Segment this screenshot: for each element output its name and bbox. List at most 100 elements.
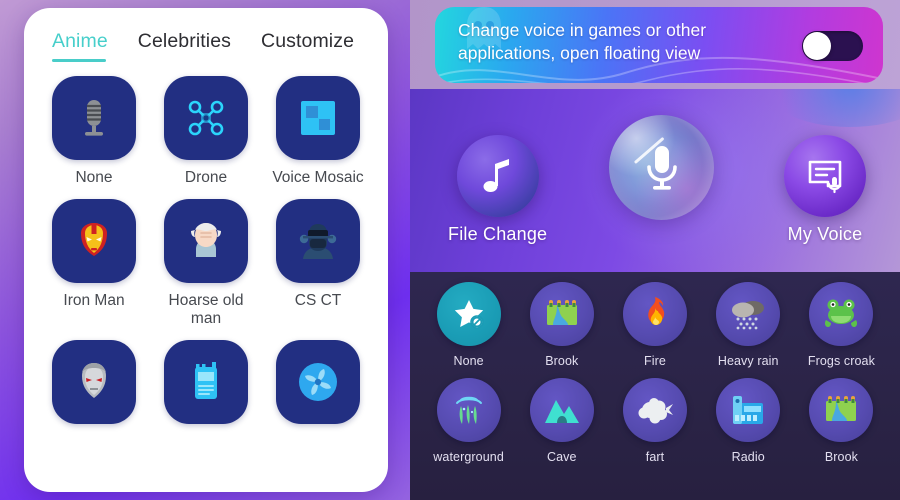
effect-label: Radio — [731, 450, 765, 464]
cave-icon — [543, 395, 581, 425]
record-voice-orb — [609, 115, 714, 220]
banner-line-2: applications, open floating view — [458, 43, 701, 64]
voice-tile — [276, 199, 360, 284]
mosaic-icon — [295, 95, 341, 141]
voice-item-hoarse-old-man[interactable]: Hoarse old man — [150, 199, 262, 328]
brook-icon — [545, 297, 579, 331]
floating-view-toggle[interactable] — [802, 31, 863, 61]
effect-label: Cave — [546, 450, 577, 464]
voice-label: None — [75, 169, 113, 186]
effect-label: Fire — [644, 354, 666, 368]
banner-strip: Change voice in games or other applicati… — [410, 0, 900, 89]
voice-document-icon — [804, 155, 846, 197]
voice-tile — [276, 340, 360, 425]
screenshot-root: Anime Celebrities Customize None Drone V… — [0, 0, 900, 500]
walkie-talkie-icon — [183, 359, 229, 405]
frog-icon — [823, 298, 859, 330]
music-note-icon — [478, 154, 518, 198]
effect-item-fire[interactable]: Fire — [608, 282, 701, 368]
drone-icon — [182, 94, 230, 142]
effect-label: Heavy rain — [717, 354, 779, 368]
tab-customize[interactable]: Customize — [261, 30, 354, 62]
radio-icon — [731, 394, 765, 426]
voice-tile — [164, 76, 248, 160]
mode-my-voice[interactable]: My Voice — [784, 135, 866, 245]
effect-item-heavy-rain[interactable]: Heavy rain — [702, 282, 795, 368]
fire-icon — [639, 296, 671, 332]
effect-circle — [622, 378, 687, 442]
effect-item-none[interactable]: None — [422, 282, 515, 368]
microphone-icon — [71, 95, 117, 141]
effect-circle — [716, 378, 781, 442]
microphone-icon — [639, 141, 685, 195]
voice-tile — [164, 199, 248, 284]
glow-decoration — [760, 89, 900, 127]
effect-label: Brook — [824, 450, 858, 464]
tab-anime[interactable]: Anime — [52, 30, 108, 62]
megatron-icon — [70, 358, 118, 406]
voice-tile — [164, 340, 248, 425]
effect-circle — [529, 378, 594, 442]
effect-label: Brook — [545, 354, 579, 368]
voice-tile — [52, 76, 136, 160]
voice-tile — [52, 199, 136, 284]
mode-record-voice[interactable] — [609, 115, 714, 227]
voice-item-voice-mosaic[interactable]: Voice Mosaic — [262, 76, 374, 187]
fan-icon — [294, 358, 342, 406]
star-blocked-icon — [451, 296, 487, 332]
effect-item-frogs-croak[interactable]: Frogs croak — [795, 282, 888, 368]
effect-circle — [436, 282, 501, 346]
voice-avatar-grid: None Drone Voice Mosaic Iron Man Hoarse … — [24, 62, 388, 445]
tab-celebrities[interactable]: Celebrities — [138, 30, 231, 62]
effect-label: None — [453, 354, 484, 368]
voice-selection-card: Anime Celebrities Customize None Drone V… — [24, 8, 388, 492]
toggle-knob — [803, 32, 831, 60]
old-man-icon — [182, 217, 230, 265]
voice-item-walkie-talkie[interactable] — [150, 340, 262, 433]
effect-label: Frogs croak — [807, 354, 875, 368]
voice-item-cs-ct[interactable]: CS CT — [262, 199, 374, 328]
effect-item-brook[interactable]: Brook — [515, 282, 608, 368]
effect-circle — [622, 282, 687, 346]
effect-circle — [809, 282, 874, 346]
effect-item-cave[interactable]: Cave — [515, 378, 608, 464]
voice-item-robot-head[interactable] — [38, 340, 150, 433]
effect-circle — [529, 282, 594, 346]
counter-terrorist-icon — [294, 217, 342, 265]
voice-item-none[interactable]: None — [38, 76, 150, 187]
voice-label: Iron Man — [63, 292, 125, 310]
left-screenshot-pane: Anime Celebrities Customize None Drone V… — [0, 0, 410, 500]
file-change-orb — [456, 135, 539, 217]
mode-label: My Voice — [787, 224, 863, 244]
voice-item-drone[interactable]: Drone — [150, 76, 262, 187]
effect-item-fart[interactable]: fart — [608, 378, 701, 464]
effect-circle — [716, 282, 781, 346]
rain-cloud-icon — [730, 297, 766, 331]
cloud-puff-icon — [636, 395, 674, 425]
voice-mode-strip: File Change My Voice — [410, 89, 900, 272]
waterground-icon — [451, 392, 487, 428]
mode-file-change[interactable]: File Change — [448, 135, 547, 245]
sound-effect-grid: None Brook Fire Heavy rain Frogs croak w… — [410, 272, 900, 472]
sound-effect-strip: None Brook Fire Heavy rain Frogs croak w… — [410, 272, 900, 500]
voice-label: Voice Mosaic — [272, 169, 364, 186]
voice-tile — [276, 76, 360, 160]
voice-item-iron-man[interactable]: Iron Man — [38, 199, 150, 328]
banner-text: Change voice in games or other applicati… — [458, 19, 788, 65]
voice-label: Hoarse old man — [168, 292, 244, 328]
effect-label: waterground — [433, 450, 504, 464]
effect-item-radio[interactable]: Radio — [702, 378, 795, 464]
brook-icon — [824, 393, 858, 427]
effect-item-brook-2[interactable]: Brook — [795, 378, 888, 464]
right-screenshot-pane: Change voice in games or other applicati… — [410, 0, 900, 500]
mode-label: File Change — [448, 224, 548, 244]
effect-item-waterground[interactable]: waterground — [422, 378, 515, 464]
voice-category-tabs: Anime Celebrities Customize — [24, 8, 388, 62]
my-voice-orb — [784, 135, 866, 217]
voice-label: CS CT — [294, 292, 342, 310]
floating-view-banner[interactable]: Change voice in games or other applicati… — [435, 7, 883, 83]
voice-tile — [52, 340, 136, 425]
effect-circle — [436, 378, 501, 442]
effect-label: fart — [645, 450, 665, 464]
voice-item-fan[interactable] — [262, 340, 374, 433]
